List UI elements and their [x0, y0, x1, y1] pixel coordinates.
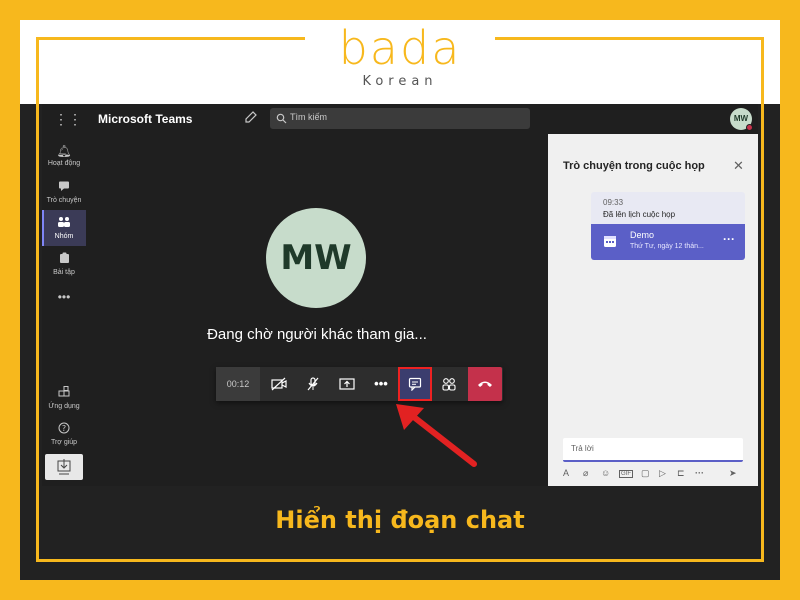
participants-button[interactable] [432, 367, 466, 401]
teams-icon [42, 216, 86, 231]
call-timer: 00:12 [216, 367, 260, 401]
people-icon [442, 378, 456, 391]
rail-item-teams[interactable]: Nhóm [42, 210, 86, 246]
message-header: 09:33 Đã lên lịch cuộc họp [591, 192, 745, 224]
user-initials: MW [733, 114, 749, 123]
rail-item-assignments[interactable]: Bài tập [42, 246, 86, 282]
show-chat-button[interactable] [398, 367, 432, 401]
schedule-icon[interactable]: ▷ [659, 468, 666, 479]
camera-off-button[interactable] [262, 367, 296, 401]
mute-button[interactable] [296, 367, 330, 401]
meeting-chat-panel: Trò chuyện trong cuộc họp ✕ 09:33 Đã lên… [548, 134, 758, 486]
rail-item-label: Trò chuyện [46, 197, 82, 204]
chat-icon [42, 180, 86, 195]
calendar-icon [603, 234, 617, 248]
app-launcher-icon[interactable]: ⋮⋮ [54, 110, 82, 128]
attach-icon[interactable]: ⌀ [583, 468, 588, 479]
status-dot-icon [746, 124, 753, 131]
logo-sub-text: Korean [362, 74, 438, 89]
rail-item-apps[interactable]: Ứng dụng [42, 380, 86, 416]
send-icon[interactable]: ➤ [729, 468, 737, 479]
rail-item-label: Bài tập [53, 269, 75, 276]
camera-off-icon [271, 377, 287, 391]
logo-main-text: bada [338, 21, 462, 75]
download-app-button[interactable] [45, 454, 83, 480]
more-apps-icon[interactable]: ••• [42, 290, 86, 304]
sticker-icon[interactable]: ▢ [641, 468, 650, 479]
hang-up-button[interactable] [468, 367, 502, 401]
rail-item-label: Nhóm [54, 233, 74, 240]
user-avatar[interactable]: MW [730, 108, 753, 131]
bada-logo: bada Korean [300, 24, 500, 89]
format-icon[interactable]: A [563, 468, 569, 478]
event-date: Thứ Tư, ngày 12 thán... [630, 243, 704, 250]
more-options-icon[interactable]: ··· [723, 232, 735, 246]
rail-item-label: Ứng dụng [48, 403, 80, 410]
download-icon [57, 459, 71, 475]
app-title: Microsoft Teams [98, 112, 193, 126]
rail-item-chat[interactable]: Trò chuyện [42, 174, 86, 210]
chat-panel-title: Trò chuyện trong cuộc họp [563, 160, 705, 172]
emoji-icon[interactable]: ☺ [601, 468, 610, 478]
search-icon [276, 111, 288, 125]
chat-bubble-icon [408, 377, 422, 392]
share-screen-button[interactable] [330, 367, 364, 401]
svg-text:?: ? [62, 424, 66, 433]
rail-item-help[interactable]: ? Trợ giúp [42, 416, 86, 452]
help-icon: ? [42, 422, 86, 437]
pointer-arrow [396, 404, 477, 467]
reply-input[interactable]: Trả lời [563, 438, 743, 462]
bell-icon: 🔔︎ [56, 144, 72, 158]
message-text: Đã lên lịch cuộc họp [603, 210, 676, 219]
assignments-icon [42, 252, 86, 267]
reply-placeholder: Trả lời [571, 444, 594, 453]
top-bar: ⋮⋮ Microsoft Teams Tìm kiếm MW [42, 104, 758, 134]
apps-icon [42, 386, 86, 401]
rail-item-label: Trợ giúp [50, 439, 78, 446]
new-chat-icon[interactable] [244, 110, 260, 126]
event-name: Demo [630, 230, 655, 240]
gif-icon[interactable]: GIF [619, 470, 633, 478]
loop-icon[interactable]: ⊏ [677, 468, 685, 479]
more-icon[interactable]: ··· [695, 468, 704, 478]
call-controls: 00:12 ••• [216, 367, 503, 401]
hang-up-icon [478, 381, 492, 387]
close-icon[interactable]: ✕ [733, 158, 744, 174]
compose-toolbar: A ⌀ ☺ GIF ▢ ▷ ⊏ ··· ➤ [563, 468, 743, 482]
caption: Hiển thị đoạn chat [275, 506, 525, 534]
waiting-message: Đang chờ người khác tham gia... [207, 326, 427, 343]
search-placeholder: Tìm kiếm [290, 112, 327, 122]
share-icon [339, 378, 355, 390]
participant-avatar: MW [266, 208, 366, 308]
more-actions-button[interactable]: ••• [364, 367, 398, 401]
message-time: 09:33 [603, 198, 624, 207]
rail-item-label: Hoạt động [47, 160, 81, 167]
search-box[interactable]: Tìm kiếm [270, 108, 530, 129]
rail-item-activity[interactable]: 🔔︎ Hoạt động [42, 138, 86, 174]
meeting-event-card[interactable]: Demo Thứ Tư, ngày 12 thán... ··· [591, 224, 745, 260]
chat-message: 09:33 Đã lên lịch cuộc họp Demo Thứ Tư, … [591, 192, 745, 260]
app-rail: 🔔︎ Hoạt động Trò chuyện Nhóm Bài tập ••• [42, 134, 86, 486]
mic-off-icon [307, 377, 319, 391]
